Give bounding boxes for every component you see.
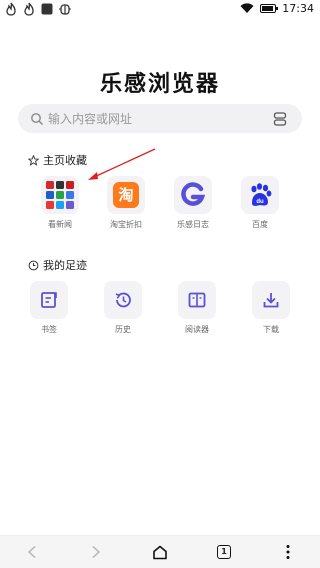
favorite-label: 乐感日志 [177, 220, 209, 229]
download-icon [252, 281, 290, 319]
tabs-icon: 1 [217, 545, 231, 559]
menu-icon [286, 545, 290, 559]
status-notification-icons [4, 2, 72, 16]
favorites-heading-label: 主页收藏 [43, 154, 87, 167]
bookmark-icon [30, 281, 68, 319]
track-reader[interactable]: 阅读器 [177, 281, 217, 335]
clock-icon [28, 260, 39, 270]
favorite-label: 看新闻 [48, 220, 72, 229]
square-app-icon [41, 3, 53, 15]
favorites-heading: 主页收藏 [28, 152, 87, 168]
search-bar[interactable]: 输入内容或网址 [18, 104, 302, 133]
status-time: 17:34 [282, 2, 314, 15]
favorite-baidu[interactable]: du 百度 [240, 176, 280, 230]
home-icon [153, 545, 167, 559]
track-label: 书签 [41, 325, 57, 334]
track-label: 下载 [263, 325, 279, 334]
g-logo-icon [174, 176, 212, 214]
back-icon [27, 545, 36, 559]
status-bar: 17:34 [0, 0, 320, 18]
taobao-icon: 淘 [107, 176, 145, 214]
wifi-icon [240, 3, 254, 13]
track-label: 历史 [115, 325, 131, 334]
favorite-label: 百度 [252, 220, 268, 229]
battery-icon [260, 4, 279, 13]
svg-text:du: du [256, 199, 264, 205]
scan-icon[interactable] [272, 111, 288, 127]
favorite-legan-diary[interactable]: 乐感日志 [173, 176, 213, 230]
history-icon [104, 281, 142, 319]
home-button[interactable] [145, 540, 175, 564]
tracks-heading: 我的足迹 [28, 257, 87, 273]
baidu-paw-icon: du [241, 176, 279, 214]
news-grid-icon [41, 176, 79, 214]
back-button[interactable] [17, 540, 47, 564]
star-icon [28, 154, 39, 166]
page-title: 乐感浏览器 [99, 72, 220, 97]
search-icon [31, 112, 43, 125]
search-input[interactable]: 输入内容或网址 [48, 110, 272, 127]
favorite-news[interactable]: 看新闻 [40, 176, 80, 230]
forward-button[interactable] [81, 540, 111, 564]
flame-app-icon [24, 2, 34, 16]
menu-button[interactable] [273, 540, 303, 564]
flame-app-icon [6, 2, 16, 16]
bug-app-icon [59, 4, 71, 15]
favorite-taobao[interactable]: 淘 淘宝折扣 [106, 176, 146, 230]
reader-icon [178, 281, 216, 319]
forward-icon [92, 545, 101, 559]
favorite-label: 淘宝折扣 [110, 220, 142, 229]
bottom-toolbar: 1 [0, 535, 320, 568]
track-bookmarks[interactable]: 书签 [29, 281, 69, 335]
track-label: 阅读器 [185, 325, 209, 334]
track-history[interactable]: 历史 [103, 281, 143, 335]
tabs-button[interactable]: 1 [209, 540, 239, 564]
status-system-icons: 17:34 [240, 2, 314, 15]
tracks-heading-label: 我的足迹 [43, 259, 87, 272]
track-downloads[interactable]: 下载 [251, 281, 291, 335]
